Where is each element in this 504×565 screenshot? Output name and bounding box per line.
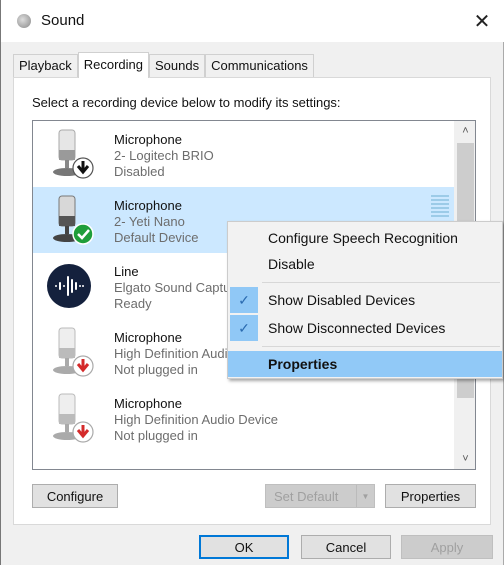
device-name: Microphone — [114, 198, 182, 213]
window-title: Sound — [41, 12, 85, 29]
device-status: Not plugged in — [114, 362, 198, 377]
device-name: Microphone — [114, 396, 182, 411]
tab-bar: Playback Recording Sounds Communications — [13, 52, 314, 78]
menu-item-label: Show Disconnected Devices — [268, 320, 446, 336]
menu-separator — [262, 346, 500, 347]
set-default-button: Set Default ▼ — [265, 484, 375, 508]
device-name: Microphone — [114, 330, 182, 345]
microphone-icon — [53, 393, 94, 443]
microphone-icon — [53, 327, 94, 377]
line-in-waveform-icon — [47, 264, 91, 308]
tab-communications[interactable]: Communications — [205, 54, 314, 78]
device-status: Disabled — [114, 164, 165, 179]
menu-item-configure-speech-recognition[interactable]: Configure Speech Recognition — [228, 225, 502, 251]
device-description: 2- Logitech BRIO — [114, 148, 214, 163]
chevron-up-icon: ˄ — [462, 125, 469, 137]
menu-item-properties[interactable]: Properties — [228, 351, 502, 377]
menu-item-show-disabled-devices[interactable]: ✓ Show Disabled Devices — [228, 287, 502, 313]
microphone-icon — [53, 129, 94, 179]
level-meter — [431, 195, 449, 219]
tab-sounds[interactable]: Sounds — [149, 54, 206, 78]
menu-item-label: Configure Speech Recognition — [268, 230, 458, 246]
device-status: Ready — [114, 296, 152, 311]
instruction-text: Select a recording device below to modif… — [32, 95, 341, 110]
chevron-down-icon: ˅ — [462, 453, 469, 465]
dropdown-arrow-icon: ▼ — [356, 485, 374, 507]
device-name: Microphone — [114, 132, 182, 147]
device-item[interactable]: Microphone High Definition Audio Device … — [33, 385, 455, 451]
scroll-down-button[interactable]: ˅ — [455, 449, 475, 469]
speaker-icon — [17, 14, 31, 28]
default-check-icon — [72, 223, 94, 245]
check-icon: ✓ — [230, 287, 258, 313]
ok-button[interactable]: OK — [199, 535, 289, 559]
device-description: High Definition Audio Device — [114, 412, 279, 427]
context-menu: Configure Speech Recognition Disable ✓ S… — [227, 221, 503, 379]
apply-button: Apply — [401, 535, 493, 559]
device-description: Elgato Sound Capture — [114, 280, 242, 295]
close-icon: ✕ — [473, 10, 491, 33]
menu-separator — [262, 282, 500, 283]
device-status: Not plugged in — [114, 428, 198, 443]
close-button[interactable]: ✕ — [459, 2, 504, 40]
menu-item-label: Properties — [268, 356, 338, 372]
configure-button[interactable]: Configure — [32, 484, 118, 508]
device-item[interactable]: Microphone 2- Logitech BRIO Disabled — [33, 121, 455, 187]
menu-item-disable[interactable]: Disable — [228, 251, 502, 277]
tab-recording[interactable]: Recording — [77, 52, 150, 78]
set-default-label: Set Default — [274, 488, 339, 504]
scroll-up-button[interactable]: ˄ — [455, 121, 475, 141]
device-description: 2- Yeti Nano — [114, 214, 185, 229]
menu-item-show-disconnected-devices[interactable]: ✓ Show Disconnected Devices — [228, 315, 502, 341]
menu-item-label: Show Disabled Devices — [268, 292, 416, 308]
cancel-button[interactable]: Cancel — [301, 535, 391, 559]
device-name: Line — [114, 264, 139, 279]
tab-playback[interactable]: Playback — [13, 54, 78, 78]
microphone-icon — [53, 195, 94, 245]
menu-item-label: Disable — [268, 256, 315, 272]
title-bar: Sound ✕ — [1, 0, 504, 42]
sound-dialog: Sound ✕ Playback Recording Sounds Commun… — [0, 0, 504, 565]
device-status: Default Device — [114, 230, 199, 245]
properties-button[interactable]: Properties — [385, 484, 476, 508]
check-icon: ✓ — [230, 315, 258, 341]
